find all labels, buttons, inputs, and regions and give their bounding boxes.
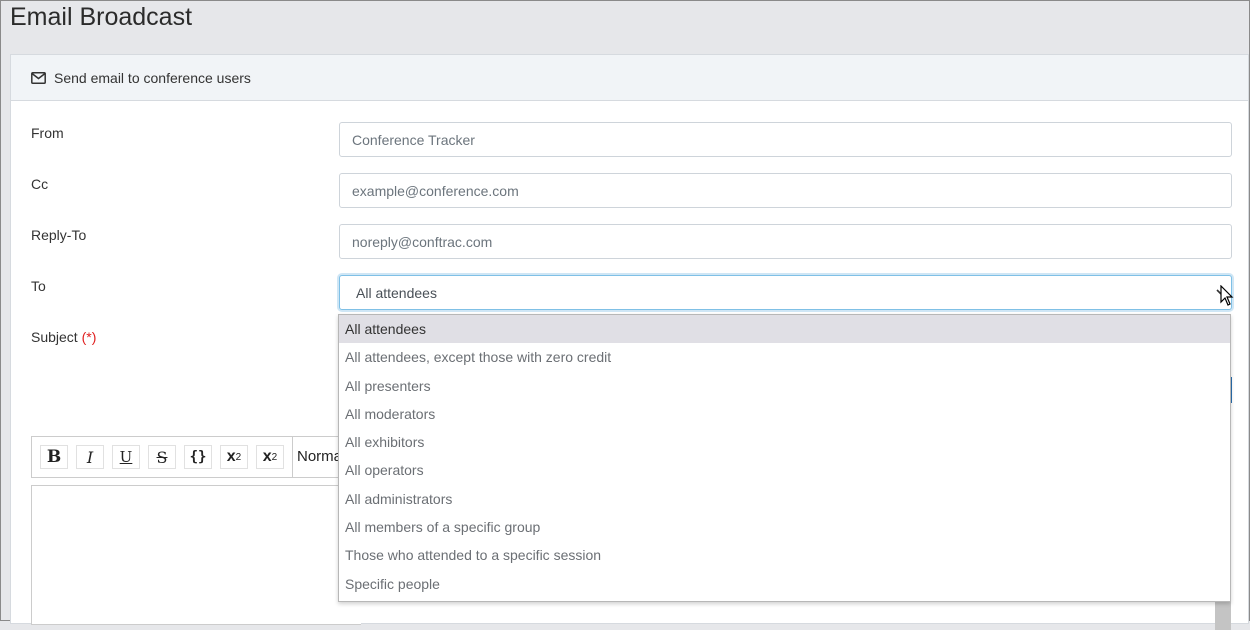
subscript-button[interactable]: x2 <box>256 445 284 469</box>
dropdown-option-all-moderators[interactable]: All moderators <box>339 400 1230 428</box>
dropdown-option-session-attendees[interactable]: Those who attended to a specific session <box>339 541 1230 569</box>
cc-input[interactable] <box>340 174 1231 207</box>
from-input[interactable] <box>340 123 1231 156</box>
dropdown-option-all-attendees[interactable]: All attendees <box>339 315 1230 344</box>
page-title: Email Broadcast <box>10 3 193 31</box>
from-field[interactable] <box>339 122 1232 157</box>
card-header: Send email to conference users <box>11 55 1248 101</box>
font-size-select[interactable]: Norma <box>292 436 342 478</box>
required-marker: (*) <box>81 329 97 345</box>
italic-button[interactable]: I <box>76 445 104 469</box>
dropdown-option-specific-people[interactable]: Specific people <box>339 570 1230 598</box>
dropdown-option-all-exhibitors[interactable]: All exhibitors <box>339 428 1230 456</box>
editor-toolbar: B I U S {} x2 x2 Norma <box>31 436 361 478</box>
dropdown-option-group-members[interactable]: All members of a specific group <box>339 513 1230 541</box>
to-selected-value: All attendees <box>356 284 437 301</box>
reply-to-label: Reply-To <box>31 227 87 243</box>
message-editor[interactable] <box>31 485 361 625</box>
subject-label-text: Subject <box>31 329 78 345</box>
reply-to-field[interactable] <box>339 224 1232 259</box>
superscript-button[interactable]: x2 <box>220 445 248 469</box>
envelope-icon <box>31 71 46 84</box>
strikethrough-button[interactable]: S <box>148 445 176 469</box>
dropdown-option-all-operators[interactable]: All operators <box>339 456 1230 484</box>
to-dropdown-list: All attendees All attendees, except thos… <box>338 314 1231 602</box>
reply-to-input[interactable] <box>340 225 1231 258</box>
dropdown-option-attendees-except-zero-credit[interactable]: All attendees, except those with zero cr… <box>339 343 1230 371</box>
dropdown-option-all-administrators[interactable]: All administrators <box>339 485 1230 513</box>
from-label: From <box>31 125 64 141</box>
to-select[interactable]: All attendees <box>339 275 1232 310</box>
card-header-title: Send email to conference users <box>54 69 251 86</box>
cc-label: Cc <box>31 176 49 192</box>
code-button[interactable]: {} <box>184 445 212 469</box>
underline-button[interactable]: U <box>112 445 140 469</box>
mouse-cursor-icon <box>1220 285 1234 306</box>
dropdown-option-all-presenters[interactable]: All presenters <box>339 372 1230 400</box>
cc-field[interactable] <box>339 173 1232 208</box>
to-label: To <box>31 278 46 294</box>
bold-button[interactable]: B <box>40 445 68 469</box>
scrollbar[interactable] <box>1215 600 1231 630</box>
subject-label: Subject (*) <box>31 329 96 345</box>
